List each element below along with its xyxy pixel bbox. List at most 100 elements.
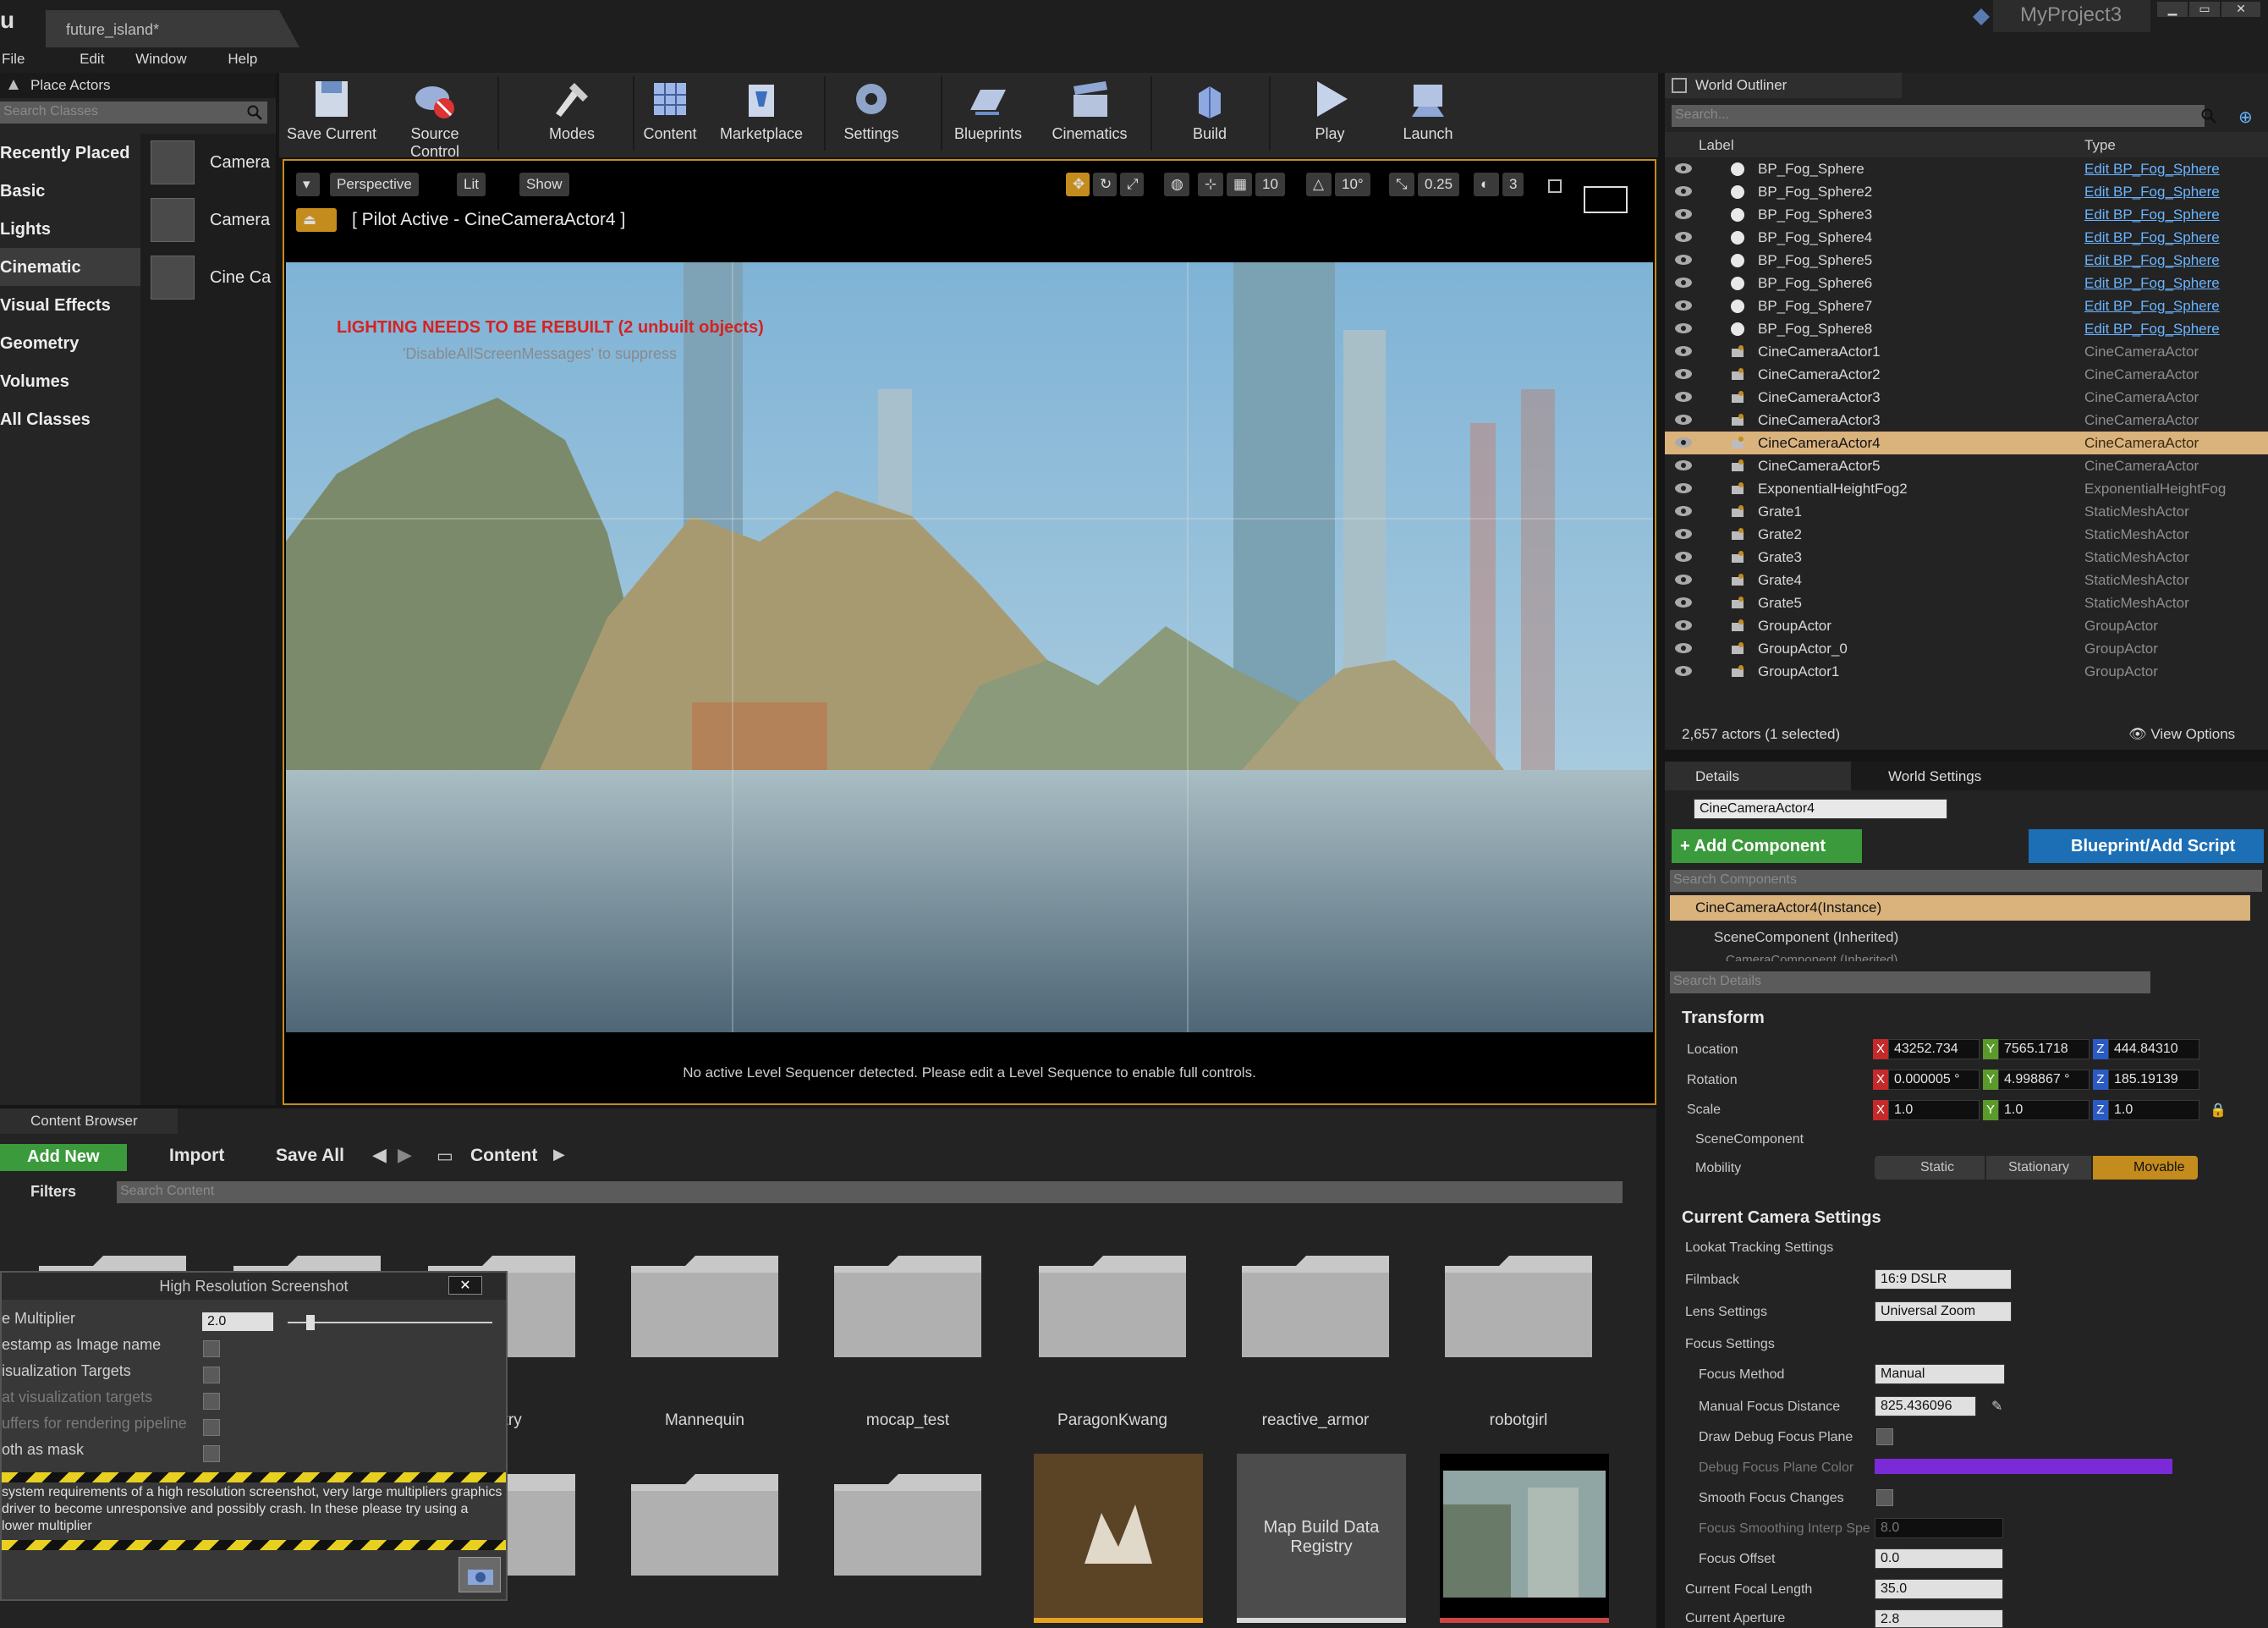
rotation-y[interactable]: 4.998867 °	[1998, 1070, 2090, 1090]
outliner-row[interactable]: ExponentialHeightFog2 ExponentialHeightFo…	[1665, 477, 2268, 500]
focal-length-field[interactable]: 35.0	[1875, 1579, 2003, 1599]
edit-blueprint-link[interactable]: Edit BP_Fog_Sphere	[2084, 206, 2220, 223]
translate-tool-icon[interactable]: ✥	[1066, 173, 1090, 196]
manual-focus-label[interactable]: Manual Focus Distance	[1699, 1400, 1840, 1415]
focus-settings-label[interactable]: Focus Settings	[1685, 1337, 1775, 1352]
eye-icon[interactable]	[1673, 184, 1694, 199]
outliner-row[interactable]: BP_Fog_Sphere2 Edit BP_Fog_Sphere	[1665, 180, 2268, 203]
edit-blueprint-link[interactable]: Edit BP_Fog_Sphere	[2084, 298, 2220, 315]
edit-blueprint-link[interactable]: Edit BP_Fog_Sphere	[2084, 275, 2220, 292]
filters-button[interactable]: Filters	[30, 1183, 76, 1201]
eye-icon[interactable]	[1673, 206, 1694, 222]
category-all-classes[interactable]: All Classes	[0, 400, 140, 438]
location-x[interactable]: 43252.734	[1888, 1039, 1980, 1059]
grid-snap-icon[interactable]: ▦	[1227, 173, 1252, 196]
focal-length-label[interactable]: Current Focal Length	[1685, 1582, 1812, 1598]
actor-name-field[interactable]: CineCameraActor4	[1694, 799, 1947, 819]
eye-icon[interactable]	[1673, 663, 1694, 679]
close-button[interactable]: ✕	[2221, 2, 2260, 17]
scale-snap-value[interactable]: 0.25	[1418, 173, 1460, 196]
modes-button[interactable]: Modes	[521, 76, 623, 143]
menu-help[interactable]: Help	[226, 47, 269, 68]
location-label[interactable]: Location	[1687, 1042, 1738, 1058]
folder-item[interactable]	[1440, 1247, 1597, 1362]
edit-blueprint-link[interactable]: Edit BP_Fog_Sphere	[2084, 184, 2220, 201]
focus-offset-field[interactable]: 0.0	[1875, 1548, 2003, 1569]
camera-speed-value[interactable]: 3	[1502, 173, 1524, 196]
outliner-search-input[interactable]: Search...	[1672, 105, 2205, 127]
level-asset-thumbnail[interactable]	[1034, 1454, 1203, 1623]
lookat-settings[interactable]: Lookat Tracking Settings	[1685, 1240, 1833, 1256]
buffers-checkbox[interactable]	[203, 1419, 220, 1436]
category-geometry[interactable]: Geometry	[0, 324, 140, 362]
outliner-row[interactable]: CineCameraActor4 CineCameraActor	[1665, 432, 2268, 454]
category-volumes[interactable]: Volumes	[0, 362, 140, 400]
eject-pilot-button[interactable]: ⏏	[296, 208, 337, 232]
eye-icon[interactable]	[1673, 618, 1694, 633]
forward-arrow-icon[interactable]: ▶	[398, 1144, 412, 1166]
component-instance-row[interactable]: CineCameraActor4(Instance)	[1670, 895, 2250, 921]
manual-focus-field[interactable]: 825.436096	[1875, 1396, 1976, 1416]
scale-x[interactable]: 1.0	[1888, 1100, 1980, 1120]
tab-details[interactable]: Details	[1665, 762, 1851, 790]
menu-edit[interactable]: Edit	[78, 47, 116, 68]
edit-blueprint-link[interactable]: Edit BP_Fog_Sphere	[2084, 229, 2220, 246]
menu-window[interactable]: Window	[134, 47, 198, 68]
smooth-focus-label[interactable]: Smooth Focus Changes	[1699, 1491, 1844, 1506]
folder-item[interactable]	[1237, 1247, 1394, 1362]
multiplier-slider[interactable]	[288, 1322, 492, 1323]
folder-item[interactable]	[829, 1247, 986, 1362]
add-component-button[interactable]: + Add Component	[1672, 829, 1862, 863]
outliner-row[interactable]: GroupActor_0 GroupActor	[1665, 637, 2268, 660]
lock-icon[interactable]: 🔒	[2210, 1102, 2227, 1119]
edit-blueprint-link[interactable]: Edit BP_Fog_Sphere	[2084, 252, 2220, 269]
play-button[interactable]: Play	[1279, 76, 1381, 143]
eye-icon[interactable]	[1673, 252, 1694, 267]
folder-item[interactable]	[626, 1247, 783, 1362]
eye-icon[interactable]	[1673, 435, 1694, 450]
lit-button[interactable]: Lit	[457, 173, 486, 196]
draw-debug-label[interactable]: Draw Debug Focus Plane	[1699, 1430, 1853, 1445]
actor-item[interactable]: Camera	[151, 134, 276, 191]
outliner-row[interactable]: BP_Fog_Sphere8 Edit BP_Fog_Sphere	[1665, 317, 2268, 340]
folder-item[interactable]	[626, 1466, 783, 1581]
column-label[interactable]: Label	[1699, 137, 1734, 154]
launch-button[interactable]: Launch	[1377, 76, 1479, 143]
add-new-button[interactable]: Add New	[0, 1144, 127, 1171]
eye-icon[interactable]	[1673, 344, 1694, 359]
scene-component-row[interactable]: SceneComponent (Inherited)	[1714, 929, 1898, 946]
focus-offset-label[interactable]: Focus Offset	[1699, 1552, 1775, 1567]
folder-item[interactable]	[829, 1466, 986, 1581]
outliner-row[interactable]: BP_Fog_Sphere3 Edit BP_Fog_Sphere	[1665, 203, 2268, 226]
map-build-data-asset[interactable]: Map Build Data Registry	[1237, 1454, 1406, 1623]
draw-debug-checkbox[interactable]	[1876, 1428, 1893, 1445]
outliner-row[interactable]: CineCameraActor3 CineCameraActor	[1665, 386, 2268, 409]
eye-icon[interactable]	[1673, 275, 1694, 290]
minimize-button[interactable]: ▁	[2157, 2, 2188, 17]
maximize-viewport-icon[interactable]	[1548, 179, 1562, 193]
category-recently-placed[interactable]: Recently Placed	[0, 134, 140, 172]
actor-item[interactable]: Camera	[151, 191, 276, 249]
outliner-row[interactable]: CineCameraActor3 CineCameraActor	[1665, 409, 2268, 432]
capture-button[interactable]	[459, 1557, 501, 1592]
outliner-row[interactable]: GroupActor GroupActor	[1665, 614, 2268, 637]
grid-snap-value[interactable]: 10	[1255, 173, 1285, 196]
outliner-row[interactable]: Grate1 StaticMeshActor	[1665, 500, 2268, 523]
vis-targets-checkbox[interactable]	[203, 1367, 220, 1383]
eye-icon[interactable]	[1673, 161, 1694, 176]
lens-select[interactable]: Universal Zoom	[1875, 1301, 2012, 1322]
edit-blueprint-link[interactable]: Edit BP_Fog_Sphere	[2084, 321, 2220, 338]
outliner-row[interactable]: BP_Fog_Sphere7 Edit BP_Fog_Sphere	[1665, 294, 2268, 317]
outliner-row[interactable]: CineCameraActor5 CineCameraActor	[1665, 454, 2268, 477]
blueprints-button[interactable]: Blueprints	[937, 76, 1039, 143]
actor-item[interactable]: Cine Ca	[151, 249, 276, 306]
rotation-x[interactable]: 0.000005 °	[1888, 1070, 1980, 1090]
build-button[interactable]: Build	[1159, 76, 1260, 143]
eye-icon[interactable]	[1673, 412, 1694, 427]
rotation-z[interactable]: 185.19139	[2108, 1070, 2199, 1090]
eye-icon[interactable]	[1673, 526, 1694, 542]
rotation-label[interactable]: Rotation	[1687, 1073, 1738, 1088]
aperture-field[interactable]: 2.8	[1875, 1609, 2003, 1628]
column-type[interactable]: Type	[2084, 137, 2116, 154]
menu-file[interactable]: File	[0, 47, 36, 68]
